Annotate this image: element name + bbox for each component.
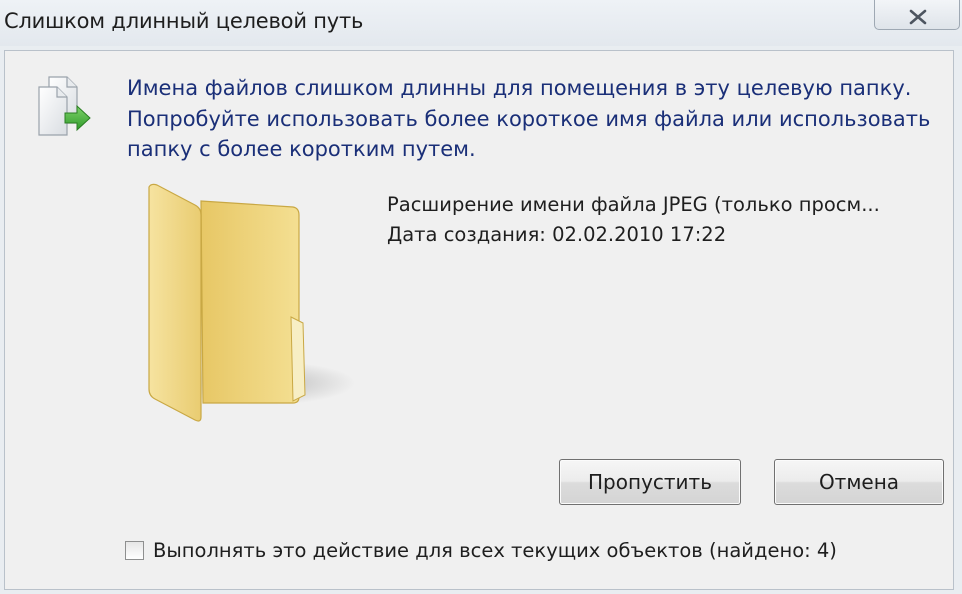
window-title: Слишком длинный целевой путь	[4, 9, 364, 33]
error-message: Имена файлов слишком длинны для помещени…	[127, 73, 947, 165]
title-bar[interactable]: Слишком длинный целевой путь	[0, 0, 962, 46]
message-line: папку с более коротким путем.	[127, 137, 476, 161]
skip-button[interactable]: Пропустить	[559, 459, 741, 505]
apply-to-all-label[interactable]: Выполнять это действие для всех текущих …	[153, 538, 837, 564]
apply-to-all-checkbox[interactable]	[125, 541, 144, 560]
close-button[interactable]	[874, 0, 960, 30]
file-move-icon	[38, 76, 91, 136]
file-details: Расширение имени файла JPEG (только прос…	[387, 190, 880, 250]
dialog-window: Слишком длинный целевой путь Имена файло…	[0, 0, 962, 594]
dialog-body: Имена файлов слишком длинны для помещени…	[4, 50, 954, 590]
cancel-button[interactable]: Отмена	[774, 459, 944, 505]
file-type-text: Расширение имени файла JPEG (только прос…	[387, 193, 880, 216]
folder-icon	[148, 183, 355, 422]
close-icon	[909, 9, 927, 25]
file-date-text: Дата создания: 02.02.2010 17:22	[387, 223, 727, 246]
message-line: Попробуйте использовать более короткое и…	[127, 106, 931, 131]
message-line: Имена файлов слишком длинны для помещени…	[127, 76, 912, 100]
